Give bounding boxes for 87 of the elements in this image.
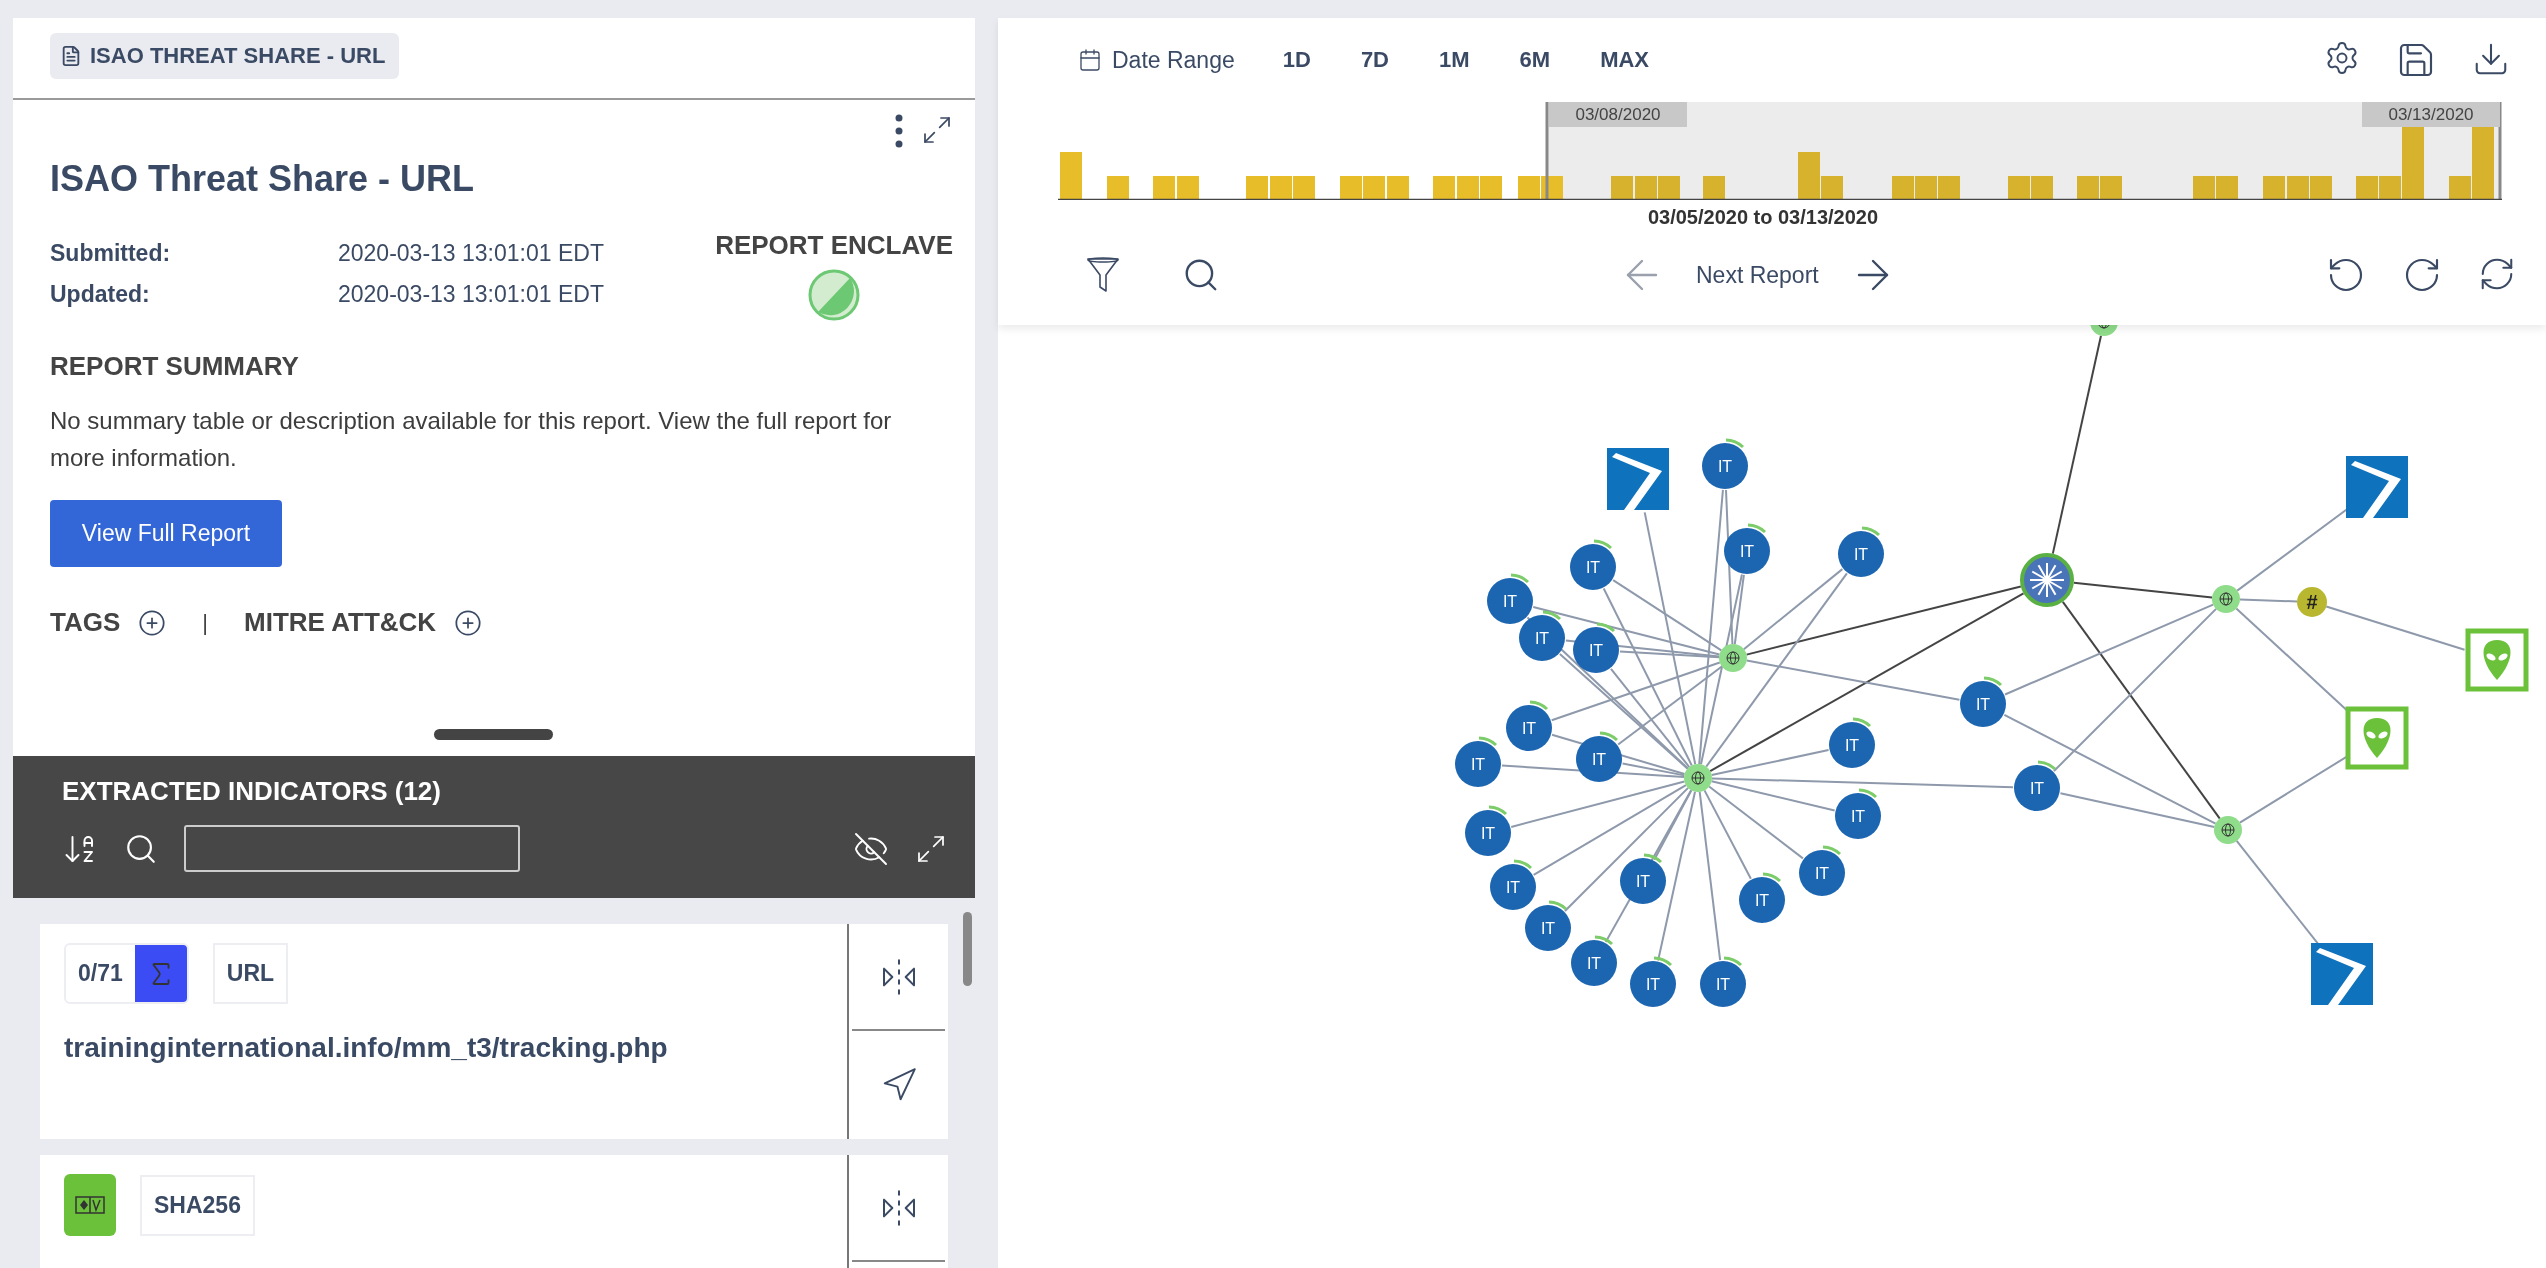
next-report-label: Next Report [1696,261,1819,289]
range-handle[interactable] [1545,102,1549,200]
range-button[interactable]: MAX [1600,47,1649,73]
histogram-bar [1635,176,1657,200]
vertical-dots-icon [895,114,903,148]
histogram-bar [1270,176,1292,200]
mitre-label: MITRE ATT&CK [244,607,437,638]
histogram-bar [2193,176,2215,200]
malware-icon [64,1174,116,1236]
histogram-bar [2310,176,2332,200]
indicator-card[interactable]: SHA256 [40,1155,948,1268]
histogram-bar [1938,176,1960,200]
histogram-bar [2287,176,2309,200]
range-button[interactable]: 1D [1282,47,1311,73]
field-value: 2020-03-13 13:01:01 EDT [338,240,604,267]
chevron-tile-icon[interactable] [1607,448,1669,510]
indicators-title: EXTRACTED INDICATORS (12) [62,776,442,807]
enclave-heading: REPORT ENCLAVE [715,230,953,261]
histogram-bar [1457,176,1479,200]
range-button[interactable]: 7D [1360,47,1389,73]
indicator-value: traininginternational.info/mm_t3/tracking.php [64,1032,669,1064]
histogram-bar [1433,176,1455,200]
summary-heading: REPORT SUMMARY [50,351,300,382]
enclave-status-icon [808,269,861,321]
tags-label: TAGS [50,607,121,638]
histogram-bar [1387,176,1409,200]
histogram-bar [1518,176,1540,200]
histogram-bar [2356,176,2378,200]
more-options-button[interactable] [895,114,903,148]
separator: | [202,609,208,636]
globe-node[interactable] [2212,585,2240,613]
calendar-icon [1078,48,1102,72]
hide-button[interactable] [853,830,889,867]
histogram-bar [2263,176,2285,200]
range-button[interactable]: 6M [1519,47,1551,73]
range-end-label[interactable]: 03/13/2020 [2362,102,2500,127]
histogram-bar [2077,176,2099,200]
type-tag: SHA256 [140,1174,255,1236]
score-text: 0/71 [77,959,124,988]
histogram-bar [1293,176,1315,200]
summary-text: No summary table or description available for this report. View the full report for more information. [50,406,893,473]
date-range-text: 03/05/2020 to 03/13/2020 [1646,206,1880,229]
scrollbar[interactable] [963,912,972,986]
histogram-bar [2100,176,2122,200]
histogram-bar [1892,176,1914,200]
edge-line [2239,598,2298,603]
range-start-label[interactable]: 03/08/2020 [1549,102,1687,127]
histogram-bar [1611,176,1633,200]
filter-button[interactable] [1086,256,1120,294]
report-title: ISAO Threat Share - URL [50,158,476,200]
chevron-tile-icon[interactable] [2311,943,2373,1005]
histogram-bar [1153,176,1175,200]
histogram-bar [1246,176,1268,200]
histogram-bar [1658,176,1680,200]
histogram-bar [1177,176,1199,200]
range-handle[interactable] [2498,102,2502,200]
type-tag: URL [212,943,289,1004]
histogram-bar [2031,176,2053,200]
globe-node[interactable] [2214,816,2242,844]
histogram-bar [1060,152,1082,200]
indicator-card[interactable]: 0/71 URL traininginternational.info/mm_t3/tracking.php [40,924,948,1139]
document-icon [60,45,82,67]
field-label: Updated: [50,281,151,308]
histogram-bar [1107,176,1129,200]
add-tag-button[interactable] [138,608,167,637]
histogram-bar [1703,176,1725,200]
histogram-bar [2008,176,2030,200]
resize-handle[interactable] [434,729,553,740]
range-button[interactable]: 1M [1439,47,1470,73]
globe-node[interactable] [1684,764,1712,792]
date-range-button[interactable]: Date Range [1078,46,1235,74]
histogram-bar [1915,176,1937,200]
view-full-report-button[interactable]: View Full Report [50,500,282,567]
histogram-bar [2216,176,2238,200]
histogram-bar [1340,176,1362,200]
histogram-bar [1541,176,1563,200]
histogram-bar [1480,176,1502,200]
histogram-bar [1363,176,1385,200]
globe-node[interactable] [2090,325,2118,336]
hash-node[interactable]: # [2297,587,2327,617]
field-value: 2020-03-13 13:01:01 EDT [338,281,604,308]
chevron-tile-icon[interactable] [2346,456,2408,518]
search-field[interactable] [184,825,520,872]
globe-node[interactable] [1719,644,1747,672]
report-tab[interactable]: ISAO THREAT SHARE - URL [50,33,400,79]
field-label: Submitted: [50,240,172,267]
add-mitre-button[interactable] [454,608,483,637]
